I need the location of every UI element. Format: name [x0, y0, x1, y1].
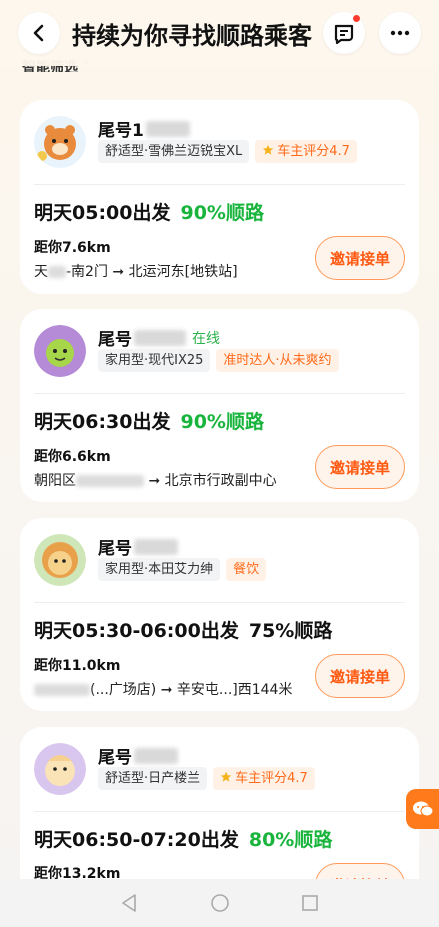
car-type-tag: 家用型·本田艾力绅 [98, 558, 221, 581]
top-bar: 持续为你寻找顺路乘客 [0, 0, 439, 66]
divider [34, 184, 405, 185]
departure-time: 明天06:30出发 [34, 411, 171, 433]
masked-text [48, 266, 66, 278]
route-to: 北运河东[地铁站] [128, 264, 238, 280]
distance: 距你11.0km [34, 658, 121, 674]
nav-back-icon[interactable] [120, 893, 140, 913]
match-percent: 75%顺路 [248, 620, 333, 642]
car-type-tag: 舒适型·雪佛兰迈锐宝XL [98, 140, 250, 163]
match-percent: 90%顺路 [180, 411, 264, 433]
route: 天 -南2门 ➞ 北运河东[地铁站] [34, 261, 238, 281]
car-type-tag: 舒适型·日产楼兰 [98, 767, 208, 790]
star-icon [263, 144, 274, 155]
route-from-tail: -南2门 [66, 264, 108, 280]
departure-time: 明天05:30-06:00出发 [34, 620, 239, 642]
route-from: 朝阳区 [34, 473, 76, 489]
invite-button[interactable]: 邀请接单 [315, 654, 405, 698]
avatar [34, 743, 86, 795]
occupation-badge: 餐饮 [226, 558, 267, 581]
nav-home-icon[interactable] [210, 893, 230, 913]
route-from-tail: (...广场店) [90, 682, 157, 698]
departure-time: 明天06:50-07:20出发 [34, 829, 239, 851]
masked-number [134, 747, 178, 764]
match-percent: 80%顺路 [248, 829, 333, 851]
chat-fab[interactable] [406, 789, 439, 829]
divider [34, 811, 405, 812]
back-arrow-icon [33, 24, 44, 42]
masked-number [134, 329, 186, 346]
route: (...广场店) ➞ 辛安屯...]西144米 [34, 679, 292, 699]
passenger-name: 尾号 [98, 330, 132, 350]
avatar [34, 116, 86, 168]
message-icon [334, 24, 354, 45]
avatar [34, 534, 86, 586]
system-nav-bar [0, 879, 439, 927]
route-arrow-icon: ➞ [112, 264, 125, 280]
back-button[interactable] [18, 12, 60, 54]
divider [34, 602, 405, 603]
route-arrow-icon: ➞ [160, 682, 173, 698]
car-type-tag: 家用型·现代IX25 [98, 349, 211, 372]
star-icon [220, 771, 232, 782]
invite-button[interactable]: 邀请接单 [315, 445, 405, 489]
route: 朝阳区 ➞ 北京市行政副中心 [34, 470, 277, 490]
distance: 距你7.6km [34, 240, 111, 256]
rating-badge: 车主评分4.7 [255, 140, 357, 163]
masked-text [76, 475, 144, 487]
masked-number [145, 120, 190, 137]
reliability-badge: 准时达人·从未爽约 [216, 349, 339, 372]
passenger-card[interactable]: 尾号 家用型·本田艾力绅 餐饮 明天05:30-06:00出发 75%顺路 距你… [20, 518, 419, 711]
route-arrow-icon: ➞ [148, 473, 161, 489]
nav-recents-icon[interactable] [300, 893, 320, 913]
online-status: 在线 [192, 330, 220, 347]
passenger-card[interactable]: 尾号1 舒适型·雪佛兰迈锐宝XL 车主评分4.7 明天05:00出发 90%顺路… [20, 100, 419, 294]
message-button[interactable] [323, 12, 365, 54]
passenger-name: 尾号1 [98, 121, 144, 141]
masked-number [134, 538, 178, 555]
passenger-name: 尾号 [98, 748, 132, 768]
page-title: 持续为你寻找顺路乘客 [72, 21, 312, 50]
rating-badge: 车主评分4.7 [213, 767, 315, 790]
match-percent: 90%顺路 [180, 202, 264, 224]
more-icon [390, 30, 410, 36]
more-button[interactable] [379, 12, 421, 54]
route-to: 辛安屯...]西144米 [176, 682, 293, 698]
passenger-name: 尾号 [98, 539, 132, 559]
notification-dot [353, 15, 360, 22]
route-to: 北京市行政副中心 [164, 473, 277, 489]
divider [34, 393, 405, 394]
departure-time: 明天05:00出发 [34, 202, 171, 224]
distance: 距你6.6km [34, 449, 111, 465]
rating-text: 车主评分4.7 [277, 144, 350, 159]
route-from: 天 [34, 264, 48, 280]
passenger-card[interactable]: 尾号 在线 家用型·现代IX25 准时达人·从未爽约 明天06:30出发 90%… [20, 309, 419, 502]
masked-text [34, 684, 90, 696]
avatar [34, 325, 86, 377]
chat-icon [412, 801, 433, 817]
rating-text: 车主评分4.7 [235, 771, 308, 786]
invite-button[interactable]: 邀请接单 [315, 236, 405, 280]
